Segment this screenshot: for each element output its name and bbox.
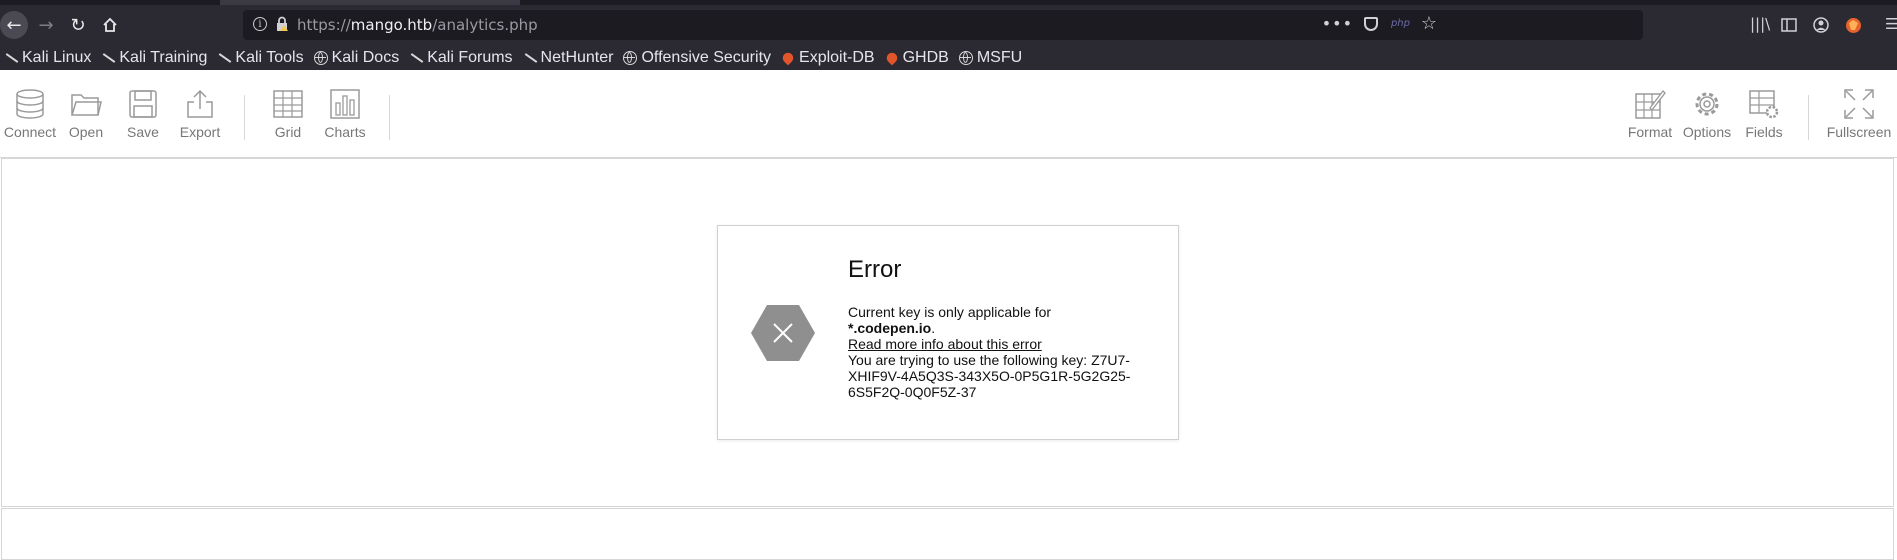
url-path: /analytics.php <box>432 16 538 34</box>
navigation-bar: ← → ↻ i https://mango.htb/analytics.php … <box>0 5 1897 45</box>
grid-icon <box>273 90 303 118</box>
save-button[interactable]: Save <box>113 88 173 140</box>
bar-chart-icon <box>330 89 360 119</box>
dialog-domain-line: *.codepen.io. <box>848 320 936 336</box>
fullscreen-icon <box>1844 89 1874 119</box>
home-button[interactable] <box>96 11 124 39</box>
fields-button[interactable]: Fields <box>1734 88 1794 140</box>
open-button[interactable]: Open <box>56 88 116 140</box>
home-icon <box>103 17 117 32</box>
save-icon <box>129 90 157 118</box>
toolbar-divider <box>244 95 245 140</box>
extension-icon[interactable] <box>1845 17 1862 34</box>
fields-icon <box>1749 90 1779 119</box>
toolbar-divider <box>1808 95 1809 140</box>
pivot-toolbar: Connect Open Save Export Grid Charts For… <box>0 70 1897 158</box>
reload-button[interactable]: ↻ <box>64 11 92 39</box>
error-close-icon <box>751 305 815 361</box>
kali-icon <box>409 51 423 65</box>
format-button[interactable]: Format <box>1620 88 1680 140</box>
read-more-link[interactable]: Read more info about this error <box>848 336 1042 352</box>
url-scheme: https:// <box>297 16 351 34</box>
account-icon[interactable] <box>1813 17 1829 33</box>
bookmark-kali-tools[interactable]: Kali Tools <box>217 49 303 67</box>
allowed-domain: *.codepen.io <box>848 320 932 336</box>
sidebar-icon[interactable] <box>1781 18 1797 32</box>
kali-icon <box>4 51 18 65</box>
url-bar[interactable]: i https://mango.htb/analytics.php ••• ph… <box>243 10 1643 40</box>
gear-icon <box>1695 92 1719 116</box>
bookmarks-toolbar: Kali Linux Kali Training Kali Tools Kali… <box>0 45 1897 70</box>
dialog-title: Error <box>848 256 902 283</box>
url-text: https://mango.htb/analytics.php <box>297 16 538 34</box>
bookmark-kali-linux[interactable]: Kali Linux <box>4 49 91 67</box>
menu-icon[interactable]: ☰ <box>1885 15 1897 33</box>
database-icon <box>16 89 44 119</box>
bookmark-kali-docs[interactable]: Kali Docs <box>313 49 399 67</box>
bookmark-nethunter[interactable]: NetHunter <box>523 49 614 67</box>
connect-button[interactable]: Connect <box>0 88 60 140</box>
export-icon <box>187 89 213 118</box>
bookmark-star-icon[interactable]: ☆ <box>1421 13 1437 34</box>
kali-icon <box>217 51 231 65</box>
bookmark-kali-training[interactable]: Kali Training <box>101 49 207 67</box>
forward-button[interactable]: → <box>32 11 60 39</box>
bookmark-ghdb[interactable]: GHDB <box>884 49 949 67</box>
arrow-right-icon: → <box>38 14 54 36</box>
exploitdb-icon <box>884 50 900 65</box>
toolbar-divider <box>389 95 390 140</box>
options-button[interactable]: Options <box>1677 88 1737 140</box>
dialog-message: Current key is only applicable for *.cod… <box>848 304 1153 400</box>
arrow-left-icon: ← <box>6 14 22 36</box>
library-icon[interactable]: |||\ <box>1750 15 1770 33</box>
reload-icon: ↻ <box>70 14 86 36</box>
license-key-text: You are trying to use the following key:… <box>848 352 1131 400</box>
charts-button[interactable]: Charts <box>315 88 375 140</box>
bookmark-offensive-security[interactable]: Offensive Security <box>623 49 771 67</box>
insecure-lock-icon[interactable] <box>275 16 289 32</box>
url-host: mango.htb <box>350 16 433 34</box>
globe-icon <box>958 50 973 65</box>
grid-button[interactable]: Grid <box>258 88 318 140</box>
page-actions-icon[interactable]: ••• <box>1322 14 1353 33</box>
license-error-dialog: Error Current key is only applicable for… <box>717 225 1179 440</box>
php-badge: php <box>1390 18 1410 29</box>
format-icon <box>1635 90 1666 119</box>
pocket-icon[interactable] <box>1364 17 1378 31</box>
bookmark-msfu[interactable]: MSFU <box>958 49 1022 67</box>
pivot-lower-area <box>1 508 1894 560</box>
kali-icon <box>523 51 537 65</box>
dialog-line1: Current key is only applicable for <box>848 304 1052 320</box>
back-button[interactable]: ← <box>0 11 28 39</box>
kali-icon <box>101 51 115 65</box>
globe-icon <box>313 50 328 65</box>
site-info-icon[interactable]: i <box>253 17 267 31</box>
bookmark-kali-forums[interactable]: Kali Forums <box>409 49 512 67</box>
fullscreen-button[interactable]: Fullscreen <box>1822 88 1896 140</box>
exploitdb-icon <box>780 50 796 65</box>
bookmark-exploit-db[interactable]: Exploit-DB <box>780 49 875 67</box>
globe-icon <box>623 50 638 65</box>
export-button[interactable]: Export <box>170 88 230 140</box>
folder-open-icon <box>71 94 102 116</box>
